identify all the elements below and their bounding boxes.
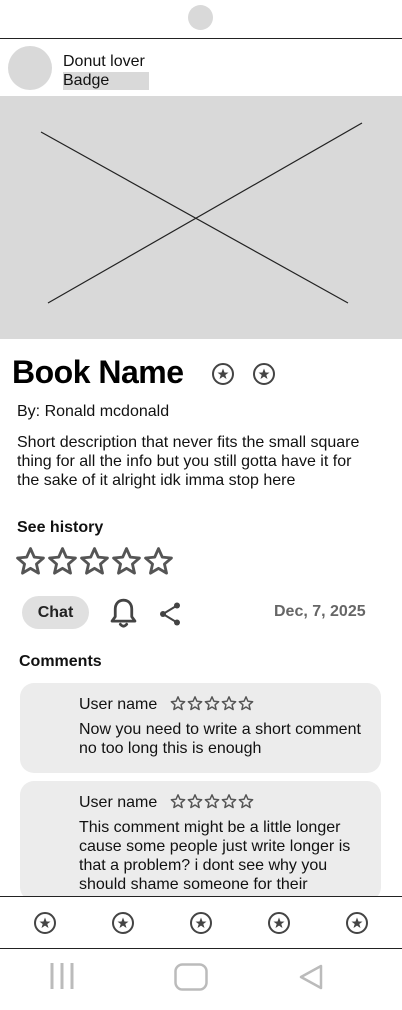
comment-username: User name [79,696,158,713]
bottom-nav [0,896,402,949]
star-circle-icon[interactable] [345,911,369,935]
star-outline-icon [170,794,186,809]
home-icon[interactable] [174,963,208,991]
star-outline-icon[interactable] [143,545,174,578]
publish-date: Dec, 7, 2025 [274,603,366,620]
share-icon[interactable] [158,601,182,627]
star-outline-icon [221,794,237,809]
see-history-link[interactable]: See history [17,519,103,537]
star-outline-icon [221,696,237,711]
star-outline-icon[interactable] [15,545,46,578]
book-title: Book Name [12,354,184,390]
book-description: Short description that never fits the sm… [17,434,360,489]
system-nav-bar [0,950,402,1010]
comment-card[interactable]: User name This comment might be a little… [20,781,381,901]
camera-cutout [188,5,213,30]
book-cover-placeholder [0,96,402,339]
chat-button[interactable]: Chat [22,596,89,629]
avatar[interactable] [8,46,52,90]
recent-apps-icon[interactable] [48,962,76,990]
star-outline-icon [187,696,203,711]
star-circle-icon[interactable] [267,911,291,935]
username: Donut lover [63,53,145,70]
star-outline-icon[interactable] [47,545,78,578]
comment-rating [170,793,254,810]
status-bar [0,0,402,39]
star-circle-icon[interactable] [111,911,135,935]
comment-card[interactable]: User name Now you need to write a short … [20,683,381,773]
star-outline-icon [204,794,220,809]
star-circle-icon[interactable] [33,911,57,935]
comment-username: User name [79,794,158,811]
star-outline-icon[interactable] [79,545,110,578]
comments-heading: Comments [19,653,102,670]
comment-text: Now you need to write a short comment no… [79,721,361,757]
book-author: By: Ronald mcdonald [17,403,170,420]
comment-rating [170,695,254,712]
star-outline-icon[interactable] [111,545,142,578]
book-rating[interactable] [15,545,174,578]
profile-header[interactable]: Donut lover Badge [0,40,402,96]
comment-text: This comment might be a little longer ca… [79,819,351,893]
star-outline-icon [204,696,220,711]
star-outline-icon [238,696,254,711]
user-badge: Badge [63,72,149,90]
star-circle-icon[interactable] [189,911,213,935]
star-outline-icon [238,794,254,809]
star-outline-icon [187,794,203,809]
image-placeholder-icon [40,122,363,304]
bell-icon[interactable] [108,597,139,630]
back-icon[interactable] [298,964,324,990]
star-outline-icon [170,696,186,711]
star-circle-icon[interactable] [252,362,276,386]
star-circle-icon[interactable] [211,362,235,386]
